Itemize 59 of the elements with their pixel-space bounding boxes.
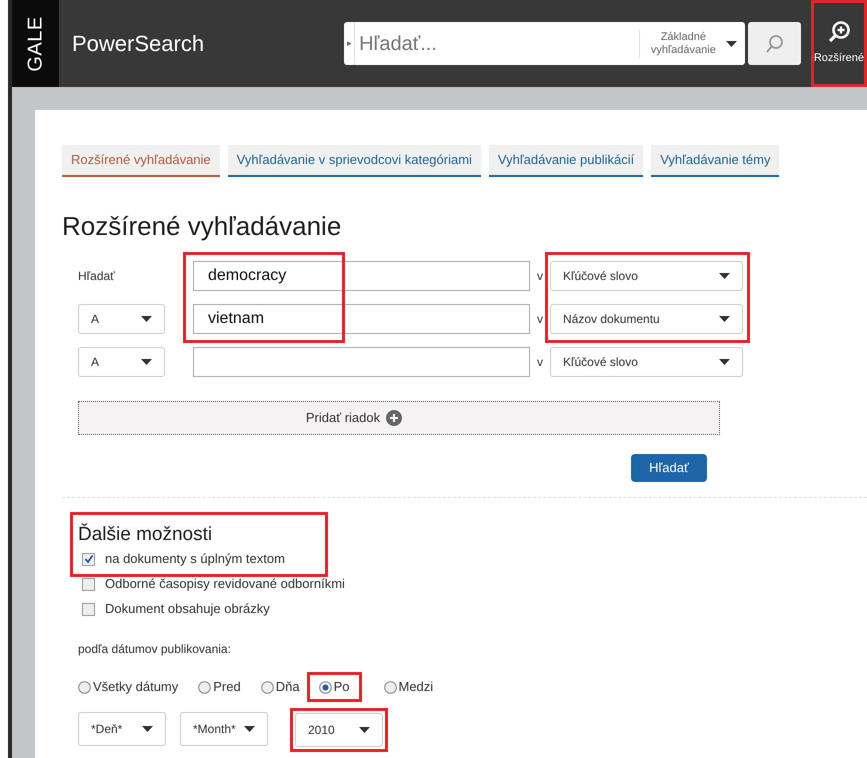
caret-icon [719, 359, 730, 365]
checkbox[interactable] [82, 578, 95, 590]
caret-icon [141, 359, 152, 365]
brand-logo[interactable]: GALE [12, 0, 59, 87]
checkbox-label: na dokumenty s úplným textom [105, 550, 285, 568]
checkbox[interactable] [82, 602, 95, 616]
product-name: PowerSearch [72, 30, 204, 58]
section-heading: Ďalšie možnosti [78, 523, 214, 547]
radio-button[interactable] [78, 680, 91, 694]
date-filter-label: podľa dátumov publikovania: [78, 641, 232, 658]
plus-icon [386, 410, 402, 426]
checkbox[interactable] [82, 552, 95, 566]
tab[interactable]: Rozšírené vyhľadávanie [62, 145, 220, 177]
radio-button[interactable] [198, 680, 212, 694]
caret-icon [726, 40, 738, 46]
caret-icon [719, 273, 730, 279]
search-term-field[interactable] [193, 347, 530, 377]
page-heading: Rozšírené vyhľadávanie [62, 210, 342, 243]
search-mode-dropdown[interactable]: Základné vyhľadávanie [639, 30, 746, 58]
caret-icon [142, 726, 153, 732]
caret-icon [141, 316, 152, 322]
date-dropdown[interactable]: *Month* [180, 712, 268, 746]
search-field[interactable]: ▸ Hľadať... Základné vyhľadávanie [344, 22, 746, 65]
field-dropdown[interactable]: Kľúčové slovo [550, 347, 743, 377]
radio-label: Po [334, 678, 350, 696]
checkbox-label: Odborné časopisy revidované odborníkmi [105, 575, 345, 594]
radio-label: Dňa [276, 678, 300, 696]
operator-dropdown[interactable]: A [78, 304, 165, 334]
tab[interactable]: Vyhľadávanie publikácií [488, 145, 644, 177]
search-label: Hľadať [78, 268, 116, 285]
search-submit-button[interactable]: Hľadať [631, 454, 707, 482]
date-dropdown[interactable]: *Deň* [78, 712, 166, 746]
date-dropdown[interactable]: 2010 [295, 713, 383, 747]
tab[interactable]: Vyhľadávanie v sprievodcovi kategóriami [228, 145, 481, 177]
radio-label: Medzi [398, 678, 434, 696]
in-label: v [536, 354, 544, 371]
radio-label: Pred [213, 678, 241, 696]
search-placeholder: Hľadať... [358, 32, 438, 56]
search-term-field[interactable]: democracy [193, 261, 530, 291]
field-dropdown[interactable]: Kľúčové slovo [550, 261, 743, 291]
radio-label: Všetky dátumy [93, 678, 178, 696]
advanced-search-button[interactable]: Rozšírené [810, 0, 867, 87]
search-icon [764, 34, 785, 54]
caret-icon [719, 316, 730, 322]
zoom-in-icon [826, 20, 851, 44]
checkbox-label: Dokument obsahuje obrázky [105, 600, 270, 618]
tab[interactable]: Vyhľadávanie témy [651, 145, 780, 177]
caret-icon [359, 727, 370, 733]
in-label: v [536, 311, 544, 328]
search-button[interactable] [748, 22, 801, 65]
search-term-field[interactable]: vietnam [193, 304, 530, 334]
field-dropdown[interactable]: Názov dokumentu [550, 304, 743, 334]
radio-button[interactable] [260, 680, 274, 694]
in-label: v [536, 268, 544, 285]
operator-dropdown[interactable]: A [78, 347, 165, 377]
radio-button[interactable] [318, 680, 332, 694]
add-row-button[interactable]: Pridať riadok [78, 401, 720, 435]
radio-button[interactable] [384, 680, 396, 694]
caret-icon [244, 726, 255, 732]
